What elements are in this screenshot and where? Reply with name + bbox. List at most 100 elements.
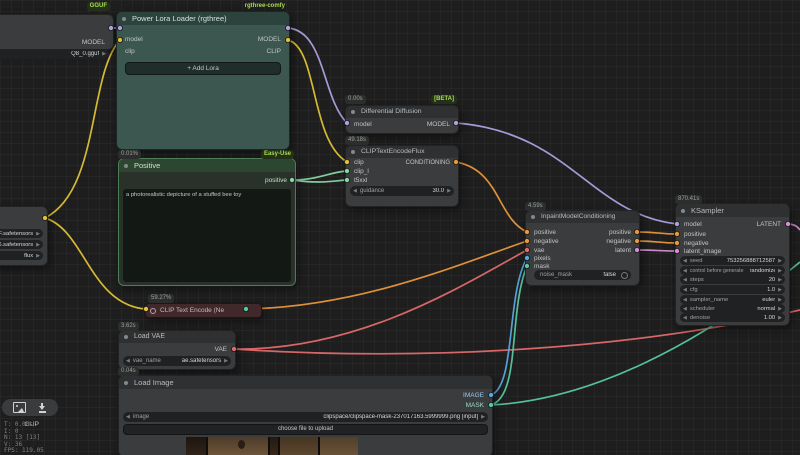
increment-arrow-icon[interactable]: ▶ <box>778 256 782 265</box>
decrement-arrow-icon[interactable]: ◀ <box>683 285 687 294</box>
node-power-lora-loader[interactable]: Power Lora Loader (rgthree) model MODEL … <box>116 11 290 150</box>
clip-type-widget[interactable]: flux ▶ <box>0 251 43 260</box>
increment-arrow-icon[interactable]: ▶ <box>447 186 451 196</box>
decrement-arrow-icon[interactable]: ◀ <box>683 313 687 322</box>
node-title[interactable]: CLIPTextEncodeFlux <box>346 146 458 158</box>
prompt-textarea[interactable]: a photorealistic depicture of a stuffed … <box>123 189 291 282</box>
next-arrow-icon[interactable]: ▶ <box>481 412 485 422</box>
node-differential-diffusion[interactable]: Differential Diffusion model MODEL <box>345 105 459 134</box>
increment-arrow-icon[interactable]: ▶ <box>778 285 782 294</box>
increment-arrow-icon[interactable]: ▶ <box>778 304 782 313</box>
input-slot-model[interactable]: model <box>354 121 372 129</box>
seed-widget[interactable]: ◀ seed 753256888712587 ▶ <box>680 256 785 265</box>
output-slot-conditioning[interactable]: CONDITIONING <box>406 159 450 167</box>
output-slot-mask[interactable]: MASK <box>466 402 484 410</box>
node-load-image[interactable]: Load Image IMAGE MASK ◀ image clipspace/… <box>118 375 493 455</box>
node-graph-canvas[interactable]: GGUF MODEL Q8_0.gguf ▶ CLIP HF.safetenso… <box>0 0 800 455</box>
node-title[interactable]: Load Image <box>119 376 492 389</box>
node-clip-text-encode-negative[interactable]: CLIP Text Encode (Ne <box>145 303 262 318</box>
image-gallery-icon[interactable] <box>13 402 26 413</box>
input-slot-clip[interactable]: clip <box>354 159 364 167</box>
denoise-widget[interactable]: ◀ denoise 1.00 ▶ <box>680 313 785 322</box>
output-slot-image[interactable]: IMAGE <box>463 392 484 400</box>
node-load-vae[interactable]: Load VAE VAE ◀ vae_name ae.safetensors ▶ <box>118 330 236 370</box>
next-arrow-icon[interactable]: ▶ <box>224 356 228 366</box>
node-ksampler[interactable]: KSampler model LATENT positive negative … <box>675 203 790 326</box>
collapse-dot-icon[interactable] <box>124 335 128 339</box>
collapse-dot-icon[interactable] <box>124 164 128 168</box>
decrement-arrow-icon[interactable]: ◀ <box>353 186 357 196</box>
collapse-dot-icon[interactable] <box>124 381 128 385</box>
decrement-arrow-icon[interactable]: ◀ <box>126 356 130 366</box>
node-positive-prompt[interactable]: Positive positive a photorealistic depic… <box>118 158 296 286</box>
node-clip-text-encode-flux[interactable]: CLIPTextEncodeFlux clip CONDITIONING cli… <box>345 145 459 207</box>
node-dual-clip-loader[interactable]: CLIP HF.safetensors ▶ p16.safetensors ▶ … <box>0 206 48 266</box>
decrement-arrow-icon[interactable]: ◀ <box>683 256 687 265</box>
next-arrow-icon[interactable]: ▶ <box>102 49 106 59</box>
node-inpaint-model-conditioning[interactable]: InpaintModelConditioning positive positi… <box>525 210 640 286</box>
input-slot-t5xxl[interactable]: t5xxl <box>354 177 367 185</box>
input-slot-latent-image[interactable]: latent_image <box>684 248 721 256</box>
decrement-arrow-icon[interactable]: ◀ <box>683 295 687 304</box>
collapse-dot-icon[interactable] <box>351 150 355 154</box>
next-arrow-icon[interactable]: ▶ <box>36 229 40 238</box>
output-slot-latent[interactable]: LATENT <box>757 221 781 229</box>
collapse-dot-icon[interactable] <box>351 110 355 114</box>
next-arrow-icon[interactable]: ▶ <box>36 251 40 260</box>
input-slot-negative[interactable]: negative <box>534 238 559 246</box>
output-slot-clip[interactable]: CLIP <box>267 48 281 56</box>
increment-arrow-icon[interactable]: ▶ <box>778 275 782 284</box>
clip-name1-widget[interactable]: HF.safetensors ▶ <box>0 229 43 238</box>
decrement-arrow-icon[interactable]: ◀ <box>683 304 687 313</box>
cfg-widget[interactable]: ◀ cfg 1.0 ▶ <box>680 285 785 294</box>
input-slot-positive[interactable]: positive <box>534 229 556 237</box>
output-slot-model[interactable]: MODEL <box>258 36 281 44</box>
increment-arrow-icon[interactable]: ▶ <box>778 266 782 275</box>
output-slot-latent[interactable]: latent <box>615 247 631 255</box>
node-title[interactable]: Differential Diffusion <box>346 106 458 118</box>
node-title[interactable]: Positive <box>119 159 295 172</box>
output-slot-vae[interactable]: VAE <box>214 346 227 354</box>
guidance-widget[interactable]: ◀ guidance 30.0 ▶ <box>350 186 454 196</box>
input-slot-pixels[interactable]: pixels <box>534 255 551 263</box>
input-slot-clip-l[interactable]: clip_l <box>354 168 369 176</box>
input-slot-negative[interactable]: negative <box>684 240 709 248</box>
input-slot-vae[interactable]: vae <box>534 247 544 255</box>
input-slot-clip[interactable]: clip <box>125 48 135 56</box>
increment-arrow-icon[interactable]: ▶ <box>778 295 782 304</box>
decrement-arrow-icon[interactable]: ◀ <box>126 412 130 422</box>
output-slot-positive[interactable]: positive <box>609 229 631 237</box>
output-slot-negative[interactable]: negative <box>606 238 631 246</box>
image-file-widget[interactable]: ◀ image clipspace/clipspace-mask-2370171… <box>123 412 488 422</box>
node-title[interactable]: KSampler <box>676 204 789 217</box>
decrement-arrow-icon[interactable]: ◀ <box>683 275 687 284</box>
toggle-icon[interactable] <box>621 272 628 279</box>
collapse-dot-icon[interactable] <box>531 215 535 219</box>
vae-name-widget[interactable]: ◀ vae_name ae.safetensors ▶ <box>123 356 231 366</box>
collapse-ring-icon[interactable] <box>150 308 156 314</box>
sampler-name-widget[interactable]: ◀ sampler_name euler ▶ <box>680 295 785 304</box>
input-slot-model[interactable]: model <box>125 36 143 44</box>
add-lora-button[interactable]: + Add Lora <box>125 62 281 75</box>
decrement-arrow-icon[interactable]: ◀ <box>683 266 687 275</box>
increment-arrow-icon[interactable]: ▶ <box>778 313 782 322</box>
download-icon[interactable] <box>38 403 47 413</box>
node-title[interactable]: Power Lora Loader (rgthree) <box>117 12 289 25</box>
node-title[interactable]: Load VAE <box>119 331 235 343</box>
steps-widget[interactable]: ◀ steps 20 ▶ <box>680 275 785 284</box>
output-slot-model[interactable]: MODEL <box>82 39 105 47</box>
output-slot-model[interactable]: MODEL <box>427 121 450 129</box>
input-slot-positive[interactable]: positive <box>684 231 706 239</box>
scheduler-widget[interactable]: ◀ scheduler normal ▶ <box>680 304 785 313</box>
clip-name2-widget[interactable]: p16.safetensors ▶ <box>0 240 43 249</box>
node-title[interactable]: InpaintModelConditioning <box>526 211 639 223</box>
next-arrow-icon[interactable]: ▶ <box>36 240 40 249</box>
collapse-dot-icon[interactable] <box>122 17 126 21</box>
node-unet-loader-gguf[interactable]: MODEL Q8_0.gguf ▶ <box>0 14 114 50</box>
choose-file-button[interactable]: choose file to upload <box>123 424 488 435</box>
output-slot-positive[interactable]: positive <box>265 177 287 185</box>
control-before-generate-widget[interactable]: ◀ control before generate randomize ▶ <box>680 266 785 275</box>
noise-mask-widget[interactable]: noise_mask false <box>534 270 631 280</box>
input-slot-model[interactable]: model <box>684 221 702 229</box>
unet-name-widget[interactable]: Q8_0.gguf ▶ <box>0 49 109 59</box>
